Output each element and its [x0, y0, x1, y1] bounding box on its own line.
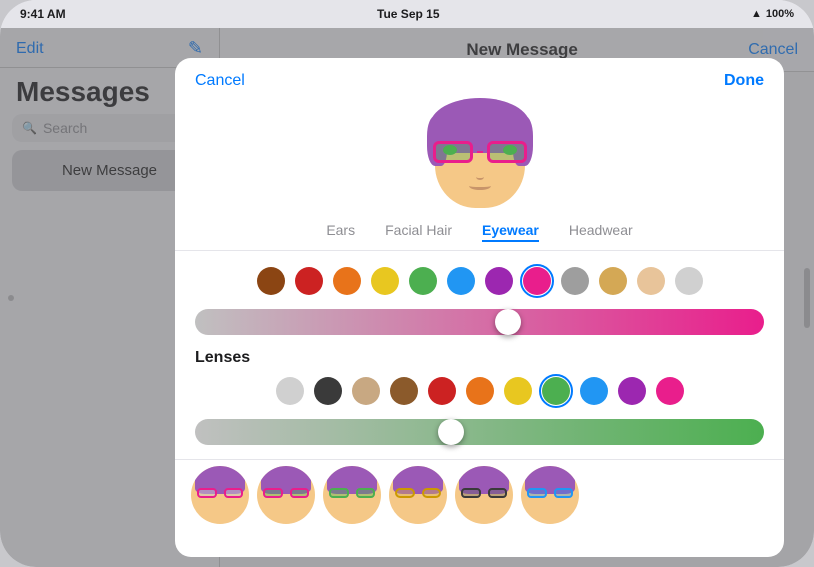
- color-green[interactable]: [409, 267, 437, 295]
- color-gray[interactable]: [561, 267, 589, 295]
- color-skin[interactable]: [637, 267, 665, 295]
- color-red[interactable]: [295, 267, 323, 295]
- color-brown[interactable]: [257, 267, 285, 295]
- lens-slider-thumb[interactable]: [438, 419, 464, 445]
- lens-color-dark[interactable]: [314, 377, 342, 405]
- lens-color-yellow[interactable]: [504, 377, 532, 405]
- lens-color-lightgray[interactable]: [276, 377, 304, 405]
- emoji-preview-1[interactable]: [191, 466, 249, 524]
- lens-color-brown[interactable]: [390, 377, 418, 405]
- status-time: 9:41 AM: [20, 7, 66, 21]
- lens-color-red[interactable]: [428, 377, 456, 405]
- lens-color-row: [191, 373, 768, 409]
- lens-color-purple[interactable]: [618, 377, 646, 405]
- modal-done-button[interactable]: Done: [724, 72, 764, 90]
- color-pink[interactable]: [523, 267, 551, 295]
- lenses-label: Lenses: [175, 345, 784, 373]
- memoji-editor-modal: Cancel Done: [175, 58, 784, 557]
- color-purple[interactable]: [485, 267, 513, 295]
- emoji-preview-4[interactable]: [389, 466, 447, 524]
- tab-eyewear[interactable]: Eyewear: [482, 222, 539, 242]
- emoji-preview-2[interactable]: [257, 466, 315, 524]
- frame-slider-container: [175, 299, 784, 345]
- color-light-gray[interactable]: [675, 267, 703, 295]
- lens-color-pink[interactable]: [656, 377, 684, 405]
- lens-color-tan[interactable]: [352, 377, 380, 405]
- emoji-preview-5[interactable]: [455, 466, 513, 524]
- lens-color-section: [175, 373, 784, 409]
- status-bar: 9:41 AM Tue Sep 15 ▲ 100%: [0, 0, 814, 28]
- modal-header: Cancel Done: [175, 58, 784, 90]
- frame-slider-track[interactable]: [195, 309, 764, 335]
- color-gold[interactable]: [599, 267, 627, 295]
- lens-color-green[interactable]: [542, 377, 570, 405]
- status-right: ▲ 100%: [751, 8, 794, 20]
- modal-content: Lenses: [175, 251, 784, 557]
- emoji-preview-row: [175, 459, 784, 530]
- lens-slider-track[interactable]: [195, 419, 764, 445]
- frame-color-row: [191, 263, 768, 299]
- screen: Edit ✎ Messages 🔍 Search New Message New…: [0, 28, 814, 567]
- tab-headwear[interactable]: Headwear: [569, 222, 633, 242]
- lens-color-blue[interactable]: [580, 377, 608, 405]
- avatar: [425, 98, 535, 208]
- frame-slider-thumb[interactable]: [495, 309, 521, 335]
- tab-facial-hair[interactable]: Facial Hair: [385, 222, 452, 242]
- emoji-preview-6[interactable]: [521, 466, 579, 524]
- emoji-preview-3[interactable]: [323, 466, 381, 524]
- status-date: Tue Sep 15: [377, 7, 439, 21]
- wifi-icon: ▲: [751, 8, 762, 20]
- category-tabs: Ears Facial Hair Eyewear Headwear: [175, 212, 784, 251]
- battery-label: 100%: [766, 8, 794, 20]
- frame-color-section: [175, 263, 784, 299]
- modal-cancel-button[interactable]: Cancel: [195, 72, 245, 90]
- lens-slider-container: [175, 409, 784, 455]
- ipad-frame: 9:41 AM Tue Sep 15 ▲ 100% Edit ✎ Message…: [0, 0, 814, 567]
- tab-ears[interactable]: Ears: [326, 222, 355, 242]
- color-orange[interactable]: [333, 267, 361, 295]
- avatar-area: [175, 90, 784, 212]
- lens-color-orange[interactable]: [466, 377, 494, 405]
- color-yellow[interactable]: [371, 267, 399, 295]
- color-blue[interactable]: [447, 267, 475, 295]
